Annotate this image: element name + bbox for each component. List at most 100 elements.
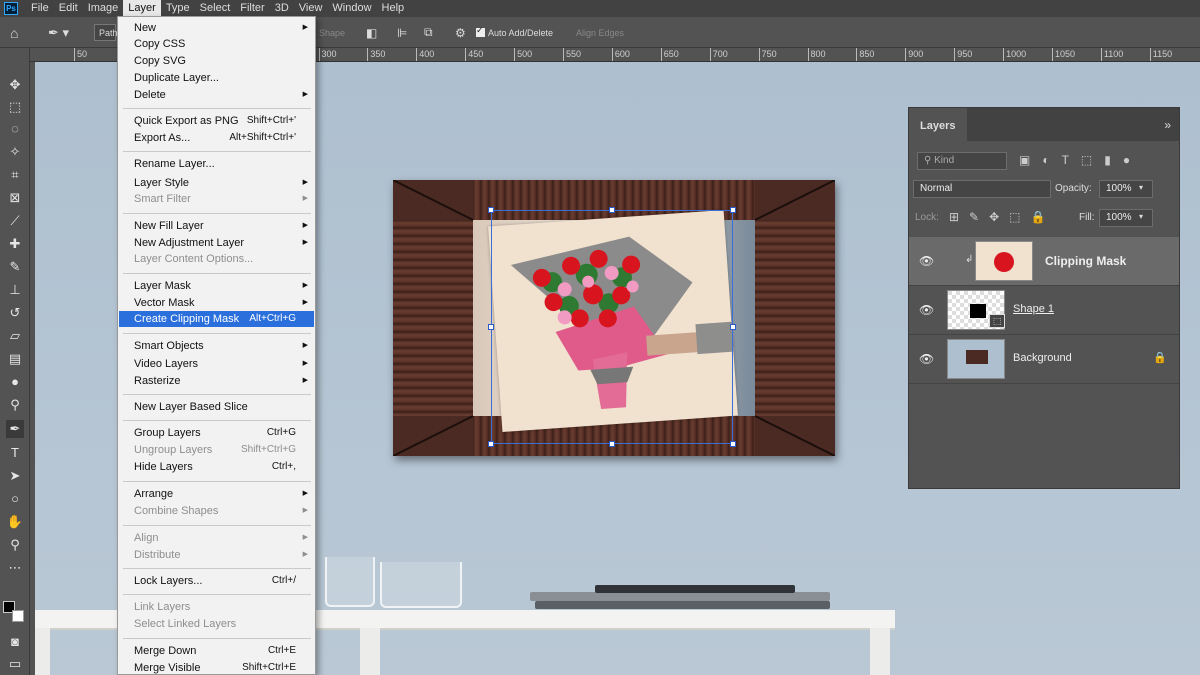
screen-mode-icon[interactable]: ▭ [6,655,24,673]
quick-mask-icon[interactable]: ◙ [6,633,24,651]
transform-handle[interactable] [609,207,615,213]
blur-tool-icon[interactable]: ● [6,373,24,391]
menu-item-copy-css[interactable]: Copy CSS [119,36,314,52]
layer-name[interactable]: Shape 1 [1013,303,1054,315]
menu-type[interactable]: Type [161,0,195,17]
hand-tool-icon[interactable]: ✋ [6,513,24,531]
lasso-tool-icon[interactable]: ◌ [6,120,24,138]
ellipse-tool-icon[interactable]: ○ [6,490,24,508]
transform-handle[interactable] [488,441,494,447]
history-brush-tool-icon[interactable]: ↺ [6,304,24,322]
fill-input[interactable]: 100% [1099,209,1153,227]
menu-item-link-layers[interactable]: Link Layers [119,599,314,615]
menu-item-video-layers[interactable]: Video Layers ▶ [119,356,314,372]
eye-icon[interactable]: 👁 [919,303,934,317]
menu-item-copy-svg[interactable]: Copy SVG [119,53,314,69]
path-arrangement-icon[interactable]: ⧉ [424,24,433,41]
menu-layer[interactable]: Layer [123,0,161,17]
marquee-tool-icon[interactable]: ⬚ [6,98,24,116]
chevron-down-icon[interactable]: ▾ [1139,183,1143,192]
menu-item-layer-content-options[interactable]: Layer Content Options... [119,251,314,267]
menu-3d[interactable]: 3D [270,0,294,17]
menu-filter[interactable]: Filter [235,0,269,17]
menu-item-hide-layers[interactable]: Hide Layers Ctrl+, [119,459,314,475]
background-color-swatch[interactable] [12,610,24,622]
filter-kind-dropdown[interactable]: ⚲ Kind [917,152,1007,170]
menu-item-layer-mask[interactable]: Layer Mask ▶ [119,278,314,294]
magic-wand-tool-icon[interactable]: ✧ [6,143,24,161]
menu-item-vector-mask[interactable]: Vector Mask ▶ [119,295,314,311]
transform-handle[interactable] [730,207,736,213]
menu-edit[interactable]: Edit [54,0,83,17]
eye-icon[interactable]: 👁 [919,254,934,268]
gear-icon[interactable]: ⚙ [455,24,466,41]
menu-item-combine-shapes[interactable]: Combine Shapes ▶ [119,503,314,519]
auto-add-delete-checkbox[interactable]: Auto Add/Delete [476,24,553,41]
menu-item-new-layer-based-slice[interactable]: New Layer Based Slice [119,399,314,415]
transform-handle[interactable] [488,207,494,213]
menu-item-layer-style[interactable]: Layer Style ▶ [119,175,314,191]
pen-tool-icon[interactable]: ✒ [6,420,24,438]
layer-filter-icons[interactable]: ▣◐T⬚▮● [1019,153,1142,167]
menu-item-quick-export-as-png[interactable]: Quick Export as PNG Shift+Ctrl+' [119,113,314,129]
menu-item-delete[interactable]: Delete ▶ [119,87,314,103]
shape-button[interactable]: Shape [319,24,345,41]
type-tool-icon[interactable]: T [6,444,24,462]
menu-image[interactable]: Image [83,0,124,17]
menu-item-merge-down[interactable]: Merge Down Ctrl+E [119,643,314,659]
menu-window[interactable]: Window [327,0,376,17]
gradient-tool-icon[interactable]: ▤ [6,350,24,368]
path-selection-tool-icon[interactable]: ➤ [6,467,24,485]
menu-item-smart-objects[interactable]: Smart Objects ▶ [119,338,314,354]
menu-item-lock-layers[interactable]: Lock Layers... Ctrl+/ [119,573,314,589]
menu-item-distribute[interactable]: Distribute ▶ [119,547,314,563]
frame-tool-icon[interactable]: ⊠ [6,189,24,207]
dodge-tool-icon[interactable]: ⚲ [6,396,24,414]
eraser-tool-icon[interactable]: ▱ [6,327,24,345]
blend-mode-dropdown[interactable]: Normal [913,180,1051,198]
path-alignment-icon[interactable]: ⊫ [397,24,407,41]
menu-item-smart-filter[interactable]: Smart Filter ▶ [119,191,314,207]
menu-help[interactable]: Help [377,0,410,17]
home-icon[interactable]: ⌂ [10,24,18,41]
opacity-input[interactable]: 100% [1099,180,1153,198]
collapse-panel-icon[interactable]: » [1164,118,1171,132]
menu-select[interactable]: Select [195,0,236,17]
transform-handle[interactable] [488,324,494,330]
clone-stamp-tool-icon[interactable]: ⊥ [6,281,24,299]
layer-name[interactable]: Background [1013,352,1072,364]
path-operations-icon[interactable]: ◧ [366,24,377,41]
align-edges-option[interactable]: Align Edges [576,24,624,41]
eye-icon[interactable]: 👁 [919,352,934,366]
transform-handle[interactable] [730,324,736,330]
layers-tab[interactable]: Layers [909,108,967,141]
layer-row-background[interactable]: 👁 Background 🔒 [909,335,1179,384]
menu-item-arrange[interactable]: Arrange ▶ [119,486,314,502]
menu-item-select-linked-layers[interactable]: Select Linked Layers [119,616,314,632]
menu-item-export-as[interactable]: Export As... Alt+Shift+Ctrl+' [119,130,314,146]
transform-handle[interactable] [730,441,736,447]
menu-item-rename-layer[interactable]: Rename Layer... [119,156,314,172]
more-tools-icon[interactable]: ⋯ [6,559,24,577]
layer-name[interactable]: Clipping Mask [1045,254,1126,268]
crop-tool-icon[interactable]: ⌗ [6,166,24,184]
menu-item-duplicate-layer[interactable]: Duplicate Layer... [119,70,314,86]
transform-handle[interactable] [609,441,615,447]
menu-item-align[interactable]: Align ▶ [119,530,314,546]
pen-tool-preset-icon[interactable]: ✒ ▾ [48,24,69,41]
menu-item-merge-visible[interactable]: Merge Visible Shift+Ctrl+E [119,660,314,675]
menu-item-new[interactable]: New ▶ [119,20,314,36]
menu-file[interactable]: File [26,0,54,17]
lock-options-icons[interactable]: ⊞✎✥⬚🔒 [949,210,1055,224]
chevron-down-icon[interactable]: ▾ [1139,212,1143,221]
layer-row-clipping-mask[interactable]: 👁 ↲ Clipping Mask [909,237,1179,286]
layer-row-shape-1[interactable]: 👁 ⬚ Shape 1 [909,286,1179,335]
transform-bounding-box[interactable] [488,207,736,447]
zoom-tool-icon[interactable]: ⚲ [6,536,24,554]
brush-tool-icon[interactable]: ✎ [6,258,24,276]
healing-brush-tool-icon[interactable]: ✚ [6,235,24,253]
menu-item-ungroup-layers[interactable]: Ungroup Layers Shift+Ctrl+G [119,442,314,458]
menu-item-group-layers[interactable]: Group Layers Ctrl+G [119,425,314,441]
menu-item-create-clipping-mask[interactable]: Create Clipping Mask Alt+Ctrl+G [119,311,314,327]
eyedropper-tool-icon[interactable]: ⟋ [6,212,24,230]
